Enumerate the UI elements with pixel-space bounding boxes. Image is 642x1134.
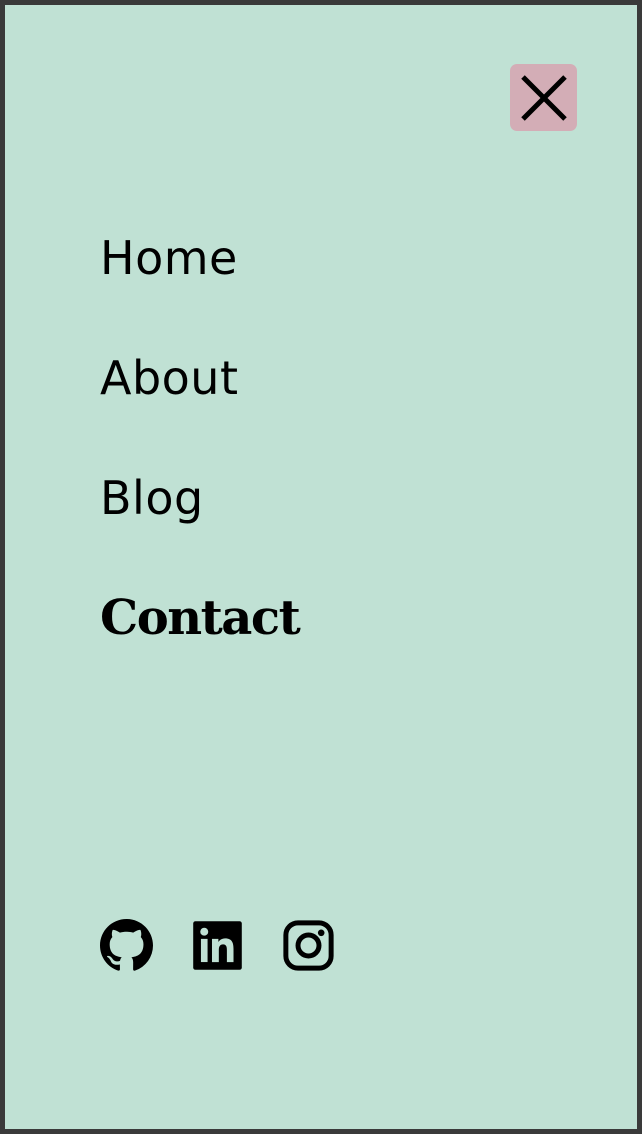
nav-item-blog: Blog: [100, 470, 299, 590]
instagram-icon: [283, 920, 334, 971]
linkedin-link[interactable]: [191, 919, 244, 972]
linkedin-icon: [193, 921, 242, 970]
nav-link-contact[interactable]: Contact: [100, 590, 301, 646]
mobile-menu-panel: Home About Blog Contact: [0, 0, 642, 1134]
close-icon: [520, 74, 567, 121]
social-links: [100, 919, 335, 972]
nav-item-contact: Contact: [100, 590, 301, 710]
nav-item-about: About: [100, 350, 299, 470]
github-link[interactable]: [100, 919, 153, 972]
close-button[interactable]: [510, 64, 577, 131]
nav-link-blog[interactable]: Blog: [100, 470, 299, 526]
nav-link-home[interactable]: Home: [100, 230, 299, 286]
instagram-link[interactable]: [282, 919, 335, 972]
nav-item-home: Home: [100, 230, 299, 350]
github-icon: [100, 919, 153, 971]
nav-menu: Home About Blog Contact: [100, 230, 301, 710]
nav-link-about[interactable]: About: [100, 350, 299, 406]
